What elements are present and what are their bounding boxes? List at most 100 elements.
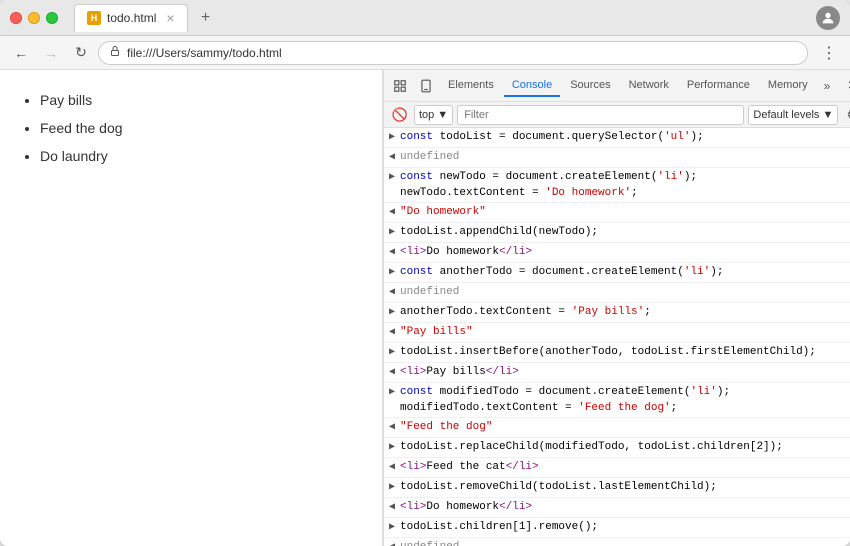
console-toolbar: 🚫 top ▼ Default levels ▼ ⚙ bbox=[384, 102, 850, 128]
console-line: ▶ const todoList = document.querySelecto… bbox=[384, 128, 850, 148]
input-arrow[interactable]: ▶ bbox=[384, 519, 400, 536]
console-line-text: const newTodo = document.createElement('… bbox=[400, 169, 850, 201]
minimize-traffic-light[interactable] bbox=[28, 12, 40, 24]
console-line-text: todoList.children[1].remove(); bbox=[400, 519, 850, 535]
console-line-text: undefined bbox=[400, 539, 850, 546]
console-line-text: const anotherTodo = document.createEleme… bbox=[400, 264, 850, 280]
browser-menu-button[interactable]: ⋮ bbox=[816, 40, 842, 66]
console-line-text: "Feed the dog" bbox=[400, 419, 850, 435]
console-line-text: const todoList = document.querySelector(… bbox=[400, 129, 850, 145]
console-output[interactable]: ▶ const todoList = document.querySelecto… bbox=[384, 128, 850, 546]
console-line-text: undefined bbox=[400, 149, 850, 165]
console-line: ◀ undefined bbox=[384, 283, 850, 303]
tab-elements[interactable]: Elements bbox=[440, 75, 502, 97]
tab-console[interactable]: Console bbox=[504, 75, 560, 97]
back-button[interactable]: ← bbox=[8, 40, 34, 66]
input-arrow[interactable]: ▶ bbox=[384, 129, 400, 146]
todo-list: Pay bills Feed the dog Do laundry bbox=[40, 86, 362, 170]
new-tab-button[interactable]: + bbox=[194, 6, 218, 30]
output-arrow: ◀ bbox=[384, 204, 400, 221]
devtools-close-button[interactable]: × bbox=[840, 74, 850, 98]
console-line-text: todoList.appendChild(newTodo); bbox=[400, 224, 850, 240]
output-arrow: ◀ bbox=[384, 324, 400, 341]
tab-performance[interactable]: Performance bbox=[679, 75, 758, 97]
browser-window: H todo.html × + ← → ↻ file:///Users/samm… bbox=[0, 0, 850, 546]
page-content: Pay bills Feed the dog Do laundry bbox=[0, 70, 383, 546]
devtools-tab-bar: Elements Console Sources Network Perform… bbox=[384, 70, 850, 102]
close-traffic-light[interactable] bbox=[10, 12, 22, 24]
input-arrow[interactable]: ▶ bbox=[384, 264, 400, 281]
console-clear-button[interactable]: 🚫 bbox=[390, 105, 410, 125]
console-line-text: todoList.replaceChild(modifiedTodo, todo… bbox=[400, 439, 850, 455]
console-line-text: <li>Feed the cat</li> bbox=[400, 459, 850, 475]
inspect-element-button[interactable] bbox=[388, 74, 412, 98]
devtools-panel: Elements Console Sources Network Perform… bbox=[383, 70, 850, 546]
console-line-text: todoList.removeChild(todoList.lastElemen… bbox=[400, 479, 850, 495]
log-levels-label: Default levels bbox=[753, 109, 819, 121]
output-arrow: ◀ bbox=[384, 539, 400, 546]
console-settings-button[interactable]: ⚙ bbox=[842, 105, 850, 125]
console-line: ▶ const anotherTodo = document.createEle… bbox=[384, 263, 850, 283]
output-arrow: ◀ bbox=[384, 364, 400, 381]
filter-input[interactable] bbox=[457, 105, 744, 125]
input-arrow[interactable]: ▶ bbox=[384, 169, 400, 186]
context-select[interactable]: top ▼ bbox=[414, 105, 453, 125]
input-arrow[interactable]: ▶ bbox=[384, 439, 400, 456]
log-levels-select[interactable]: Default levels ▼ bbox=[748, 105, 838, 125]
input-arrow[interactable]: ▶ bbox=[384, 224, 400, 241]
context-dropdown-icon: ▼ bbox=[437, 109, 448, 121]
output-arrow: ◀ bbox=[384, 419, 400, 436]
input-arrow[interactable]: ▶ bbox=[384, 344, 400, 361]
title-bar: H todo.html × + bbox=[0, 0, 850, 36]
input-arrow[interactable]: ▶ bbox=[384, 384, 400, 401]
console-line-text: "Pay bills" bbox=[400, 324, 850, 340]
input-arrow[interactable]: ▶ bbox=[384, 479, 400, 496]
console-line-text: <li>Pay bills</li> bbox=[400, 364, 850, 380]
console-line: ▶ const newTodo = document.createElement… bbox=[384, 168, 850, 203]
console-line-text: undefined bbox=[400, 284, 850, 300]
tab-favicon: H bbox=[87, 11, 101, 25]
nav-bar: ← → ↻ file:///Users/sammy/todo.html ⋮ bbox=[0, 36, 850, 70]
tab-memory[interactable]: Memory bbox=[760, 75, 816, 97]
input-arrow[interactable]: ▶ bbox=[384, 304, 400, 321]
list-item: Feed the dog bbox=[40, 114, 362, 142]
account-icon[interactable] bbox=[816, 6, 840, 30]
forward-button[interactable]: → bbox=[38, 40, 64, 66]
console-line: ◀ "Feed the dog" bbox=[384, 418, 850, 438]
tab-network[interactable]: Network bbox=[621, 75, 677, 97]
console-line: ▶ todoList.removeChild(todoList.lastElem… bbox=[384, 478, 850, 498]
console-line: ▶ todoList.replaceChild(modifiedTodo, to… bbox=[384, 438, 850, 458]
more-tabs-button[interactable]: » bbox=[818, 75, 837, 97]
console-line: ▶ const modifiedTodo = document.createEl… bbox=[384, 383, 850, 418]
fullscreen-traffic-light[interactable] bbox=[46, 12, 58, 24]
log-levels-dropdown-icon: ▼ bbox=[822, 109, 833, 121]
console-line-text: <li>Do homework</li> bbox=[400, 499, 850, 515]
console-line: ◀ <li>Do homework</li> bbox=[384, 498, 850, 518]
console-line: ◀ <li>Do homework</li> bbox=[384, 243, 850, 263]
console-line: ◀ undefined bbox=[384, 148, 850, 168]
tab-title: todo.html bbox=[107, 11, 156, 25]
console-line: ◀ "Pay bills" bbox=[384, 323, 850, 343]
tab-bar: H todo.html × + bbox=[74, 4, 808, 32]
tab-sources[interactable]: Sources bbox=[562, 75, 618, 97]
console-line-text: todoList.insertBefore(anotherTodo, todoL… bbox=[400, 344, 850, 360]
reload-button[interactable]: ↻ bbox=[68, 40, 94, 66]
content-area: Pay bills Feed the dog Do laundry Elemen… bbox=[0, 70, 850, 546]
output-arrow: ◀ bbox=[384, 459, 400, 476]
console-line: ◀ <li>Feed the cat</li> bbox=[384, 458, 850, 478]
console-line-text: <li>Do homework</li> bbox=[400, 244, 850, 260]
console-line: ▶ anotherTodo.textContent = 'Pay bills'; bbox=[384, 303, 850, 323]
output-arrow: ◀ bbox=[384, 284, 400, 301]
device-toolbar-button[interactable] bbox=[414, 74, 438, 98]
console-line-text: anotherTodo.textContent = 'Pay bills'; bbox=[400, 304, 850, 320]
console-line-text: "Do homework" bbox=[400, 204, 850, 220]
tab-close-button[interactable]: × bbox=[166, 10, 174, 26]
console-line: ◀ undefined bbox=[384, 538, 850, 546]
address-bar[interactable]: file:///Users/sammy/todo.html bbox=[98, 41, 808, 65]
output-arrow: ◀ bbox=[384, 499, 400, 516]
console-line: ◀ "Do homework" bbox=[384, 203, 850, 223]
lock-icon bbox=[109, 45, 121, 60]
list-item: Do laundry bbox=[40, 142, 362, 170]
console-line: ▶ todoList.insertBefore(anotherTodo, tod… bbox=[384, 343, 850, 363]
browser-tab[interactable]: H todo.html × bbox=[74, 4, 188, 32]
